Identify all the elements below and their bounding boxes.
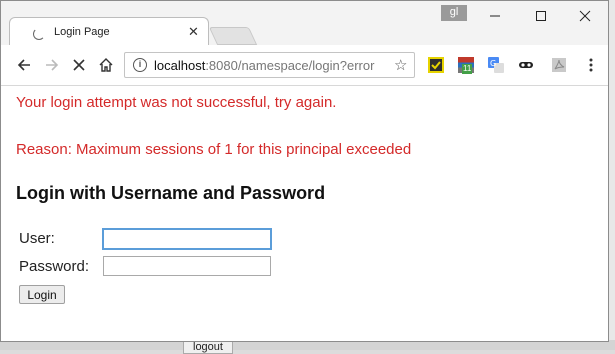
back-icon [17, 59, 30, 71]
maximize-button[interactable] [518, 3, 564, 29]
home-icon [99, 58, 113, 72]
username-input[interactable] [103, 229, 271, 249]
url-path: :8080/namespace/login?error [205, 58, 375, 73]
stop-button[interactable] [69, 55, 89, 75]
extension-translate-icon[interactable]: G [488, 57, 504, 73]
background-logout-button: logout [183, 340, 233, 354]
extension-badge: 11 [462, 64, 473, 74]
toolbar: i localhost:8080/namespace/login?error ☆… [1, 45, 608, 86]
minimize-button[interactable] [472, 3, 518, 29]
translate-icon: G [488, 57, 504, 73]
pdf-icon [552, 58, 566, 72]
error-message: Your login attempt was not successful, t… [16, 94, 337, 111]
minimize-icon [490, 15, 500, 17]
page-content: Your login attempt was not successful, t… [1, 86, 608, 341]
extension-calendar-icon[interactable]: 11 [458, 57, 474, 74]
address-bar[interactable]: i localhost:8080/namespace/login?error ☆ [124, 52, 415, 78]
password-input[interactable] [103, 256, 271, 276]
profile-badge[interactable]: gl [441, 5, 467, 21]
browser-window: gl Login Page ✕ i localhost:8080/namespa… [0, 0, 609, 342]
forward-button[interactable] [42, 55, 62, 75]
loading-spinner-icon [33, 28, 45, 40]
svg-text:G: G [490, 59, 496, 68]
home-button[interactable] [96, 55, 116, 75]
tab-title: Login Page [54, 26, 110, 38]
maximize-icon [536, 11, 546, 21]
forward-icon [46, 59, 59, 71]
login-button[interactable]: Login [19, 285, 65, 304]
username-label: User: [19, 230, 55, 247]
new-tab-button[interactable] [208, 27, 258, 45]
extension-pdf-icon[interactable] [551, 57, 567, 73]
page-heading: Login with Username and Password [16, 183, 326, 203]
url-text[interactable]: localhost:8080/namespace/login?error [154, 58, 384, 73]
url-host: localhost [154, 58, 206, 73]
error-reason: Reason: Maximum sessions of 1 for this p… [16, 141, 412, 158]
check-icon [431, 61, 441, 70]
menu-icon [589, 58, 593, 72]
stop-icon [73, 59, 85, 71]
back-button[interactable] [14, 55, 34, 75]
info-icon[interactable]: i [133, 58, 147, 72]
tab-login-page[interactable]: Login Page ✕ [9, 17, 209, 46]
close-icon [579, 10, 591, 22]
password-label: Password: [19, 258, 90, 275]
title-bar: gl Login Page ✕ [1, 1, 608, 46]
tab-close-icon[interactable]: ✕ [188, 24, 199, 40]
menu-button[interactable] [581, 55, 601, 75]
close-window-button[interactable] [562, 3, 608, 29]
extension-mask-icon[interactable] [518, 57, 534, 73]
mask-icon [519, 62, 533, 68]
star-icon[interactable]: ☆ [394, 56, 407, 74]
extension-checkmark-icon[interactable] [428, 57, 444, 73]
